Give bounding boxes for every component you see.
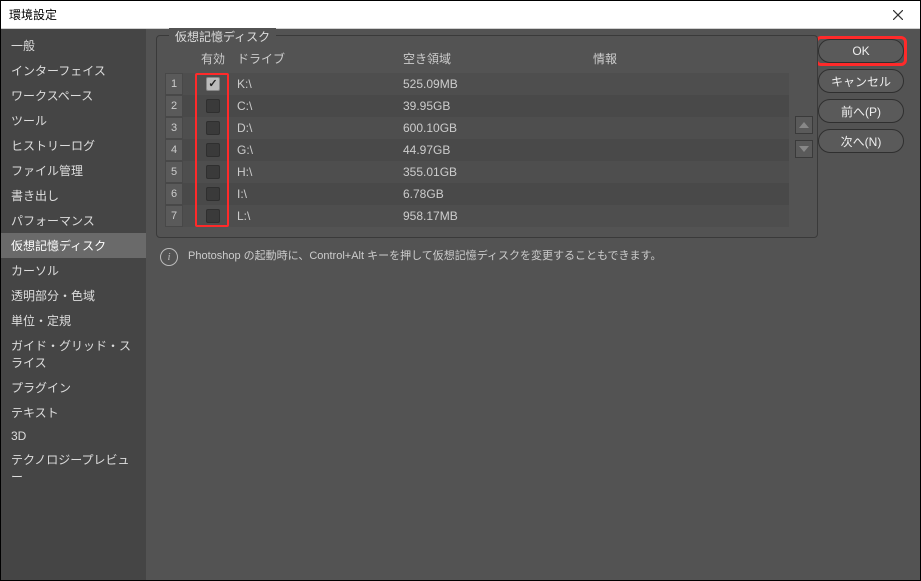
free-cell: 6.78GB — [403, 187, 593, 201]
ok-button[interactable]: OK — [818, 39, 904, 63]
info-row: i Photoshop の起動時に、Control+Alt キーを押して仮想記憶… — [156, 248, 818, 266]
free-cell: 355.01GB — [403, 165, 593, 179]
drive-cell: G:\ — [233, 143, 403, 157]
disk-table: 有効 ドライブ 空き領域 情報 1 K:\525.09MB 2 C:\39.95GB 3… — [165, 46, 789, 227]
reorder-arrows — [795, 116, 813, 158]
sidebar-item[interactable]: 一般 — [1, 33, 146, 58]
sidebar-item[interactable]: ツール — [1, 108, 146, 133]
drive-cell: H:\ — [233, 165, 403, 179]
row-number: 4 — [165, 139, 183, 161]
table-row[interactable]: 5 H:\355.01GB — [165, 161, 789, 183]
close-button[interactable] — [875, 1, 920, 29]
next-button[interactable]: 次へ(N) — [818, 129, 904, 153]
row-number: 7 — [165, 205, 183, 227]
active-checkbox[interactable] — [206, 143, 220, 157]
free-cell: 600.10GB — [403, 121, 593, 135]
dialog-buttons: OK キャンセル 前へ(P) 次へ(N) — [818, 35, 910, 570]
header-free: 空き領域 — [403, 50, 593, 67]
window-title: 環境設定 — [9, 6, 57, 23]
row-number: 6 — [165, 183, 183, 205]
move-up-button[interactable] — [795, 116, 813, 134]
sidebar-item[interactable]: ヒストリーログ — [1, 133, 146, 158]
active-checkbox[interactable] — [206, 165, 220, 179]
table-row[interactable]: 3 D:\600.10GB — [165, 117, 789, 139]
sidebar-item[interactable]: パフォーマンス — [1, 208, 146, 233]
active-checkbox[interactable] — [206, 209, 220, 223]
sidebar-item[interactable]: 3D — [1, 425, 146, 447]
close-icon — [893, 10, 903, 20]
cancel-button[interactable]: キャンセル — [818, 69, 904, 93]
drive-cell: D:\ — [233, 121, 403, 135]
sidebar-item[interactable]: 書き出し — [1, 183, 146, 208]
sidebar-item[interactable]: ワークスペース — [1, 83, 146, 108]
titlebar: 環境設定 — [1, 1, 920, 29]
header-drive: ドライブ — [233, 50, 403, 67]
sidebar-item[interactable]: テキスト — [1, 400, 146, 425]
sidebar-item[interactable]: 仮想記憶ディスク — [1, 233, 146, 258]
table-row[interactable]: 2 C:\39.95GB — [165, 95, 789, 117]
panel-title: 仮想記憶ディスク — [169, 28, 276, 45]
table-row[interactable]: 7 L:\958.17MB — [165, 205, 789, 227]
free-cell: 44.97GB — [403, 143, 593, 157]
drive-cell: K:\ — [233, 77, 403, 91]
sidebar-item[interactable]: テクノロジープレビュー — [1, 447, 146, 489]
sidebar-item[interactable]: プラグイン — [1, 375, 146, 400]
table-row[interactable]: 1 K:\525.09MB — [165, 73, 789, 95]
table-header: 有効 ドライブ 空き領域 情報 — [165, 46, 789, 73]
sidebar-item[interactable]: ファイル管理 — [1, 158, 146, 183]
active-checkbox[interactable] — [206, 121, 220, 135]
active-checkbox[interactable] — [206, 99, 220, 113]
header-info: 情報 — [593, 50, 789, 67]
free-cell: 525.09MB — [403, 77, 593, 91]
sidebar-item[interactable]: ガイド・グリッド・スライス — [1, 333, 146, 375]
prev-button[interactable]: 前へ(P) — [818, 99, 904, 123]
table-row[interactable]: 6 I:\6.78GB — [165, 183, 789, 205]
info-icon: i — [160, 248, 178, 266]
free-cell: 39.95GB — [403, 99, 593, 113]
row-number: 5 — [165, 161, 183, 183]
sidebar-item[interactable]: カーソル — [1, 258, 146, 283]
free-cell: 958.17MB — [403, 209, 593, 223]
drive-cell: C:\ — [233, 99, 403, 113]
sidebar: 一般インターフェイスワークスペースツールヒストリーログファイル管理書き出しパフォ… — [1, 29, 146, 580]
row-number: 2 — [165, 95, 183, 117]
drive-cell: L:\ — [233, 209, 403, 223]
sidebar-item[interactable]: インターフェイス — [1, 58, 146, 83]
header-active: 有効 — [193, 50, 233, 67]
row-number: 1 — [165, 73, 183, 95]
info-text: Photoshop の起動時に、Control+Alt キーを押して仮想記憶ディ… — [188, 248, 661, 265]
move-down-button[interactable] — [795, 140, 813, 158]
active-checkbox[interactable] — [206, 77, 220, 91]
sidebar-item[interactable]: 単位・定規 — [1, 308, 146, 333]
row-number: 3 — [165, 117, 183, 139]
table-row[interactable]: 4 G:\44.97GB — [165, 139, 789, 161]
scratch-disk-panel: 仮想記憶ディスク 有効 ドライブ 空き領域 情報 1K:\525.09MB2C:… — [156, 35, 818, 238]
highlight-ok: OK — [818, 39, 904, 63]
drive-cell: I:\ — [233, 187, 403, 201]
active-checkbox[interactable] — [206, 187, 220, 201]
sidebar-item[interactable]: 透明部分・色域 — [1, 283, 146, 308]
